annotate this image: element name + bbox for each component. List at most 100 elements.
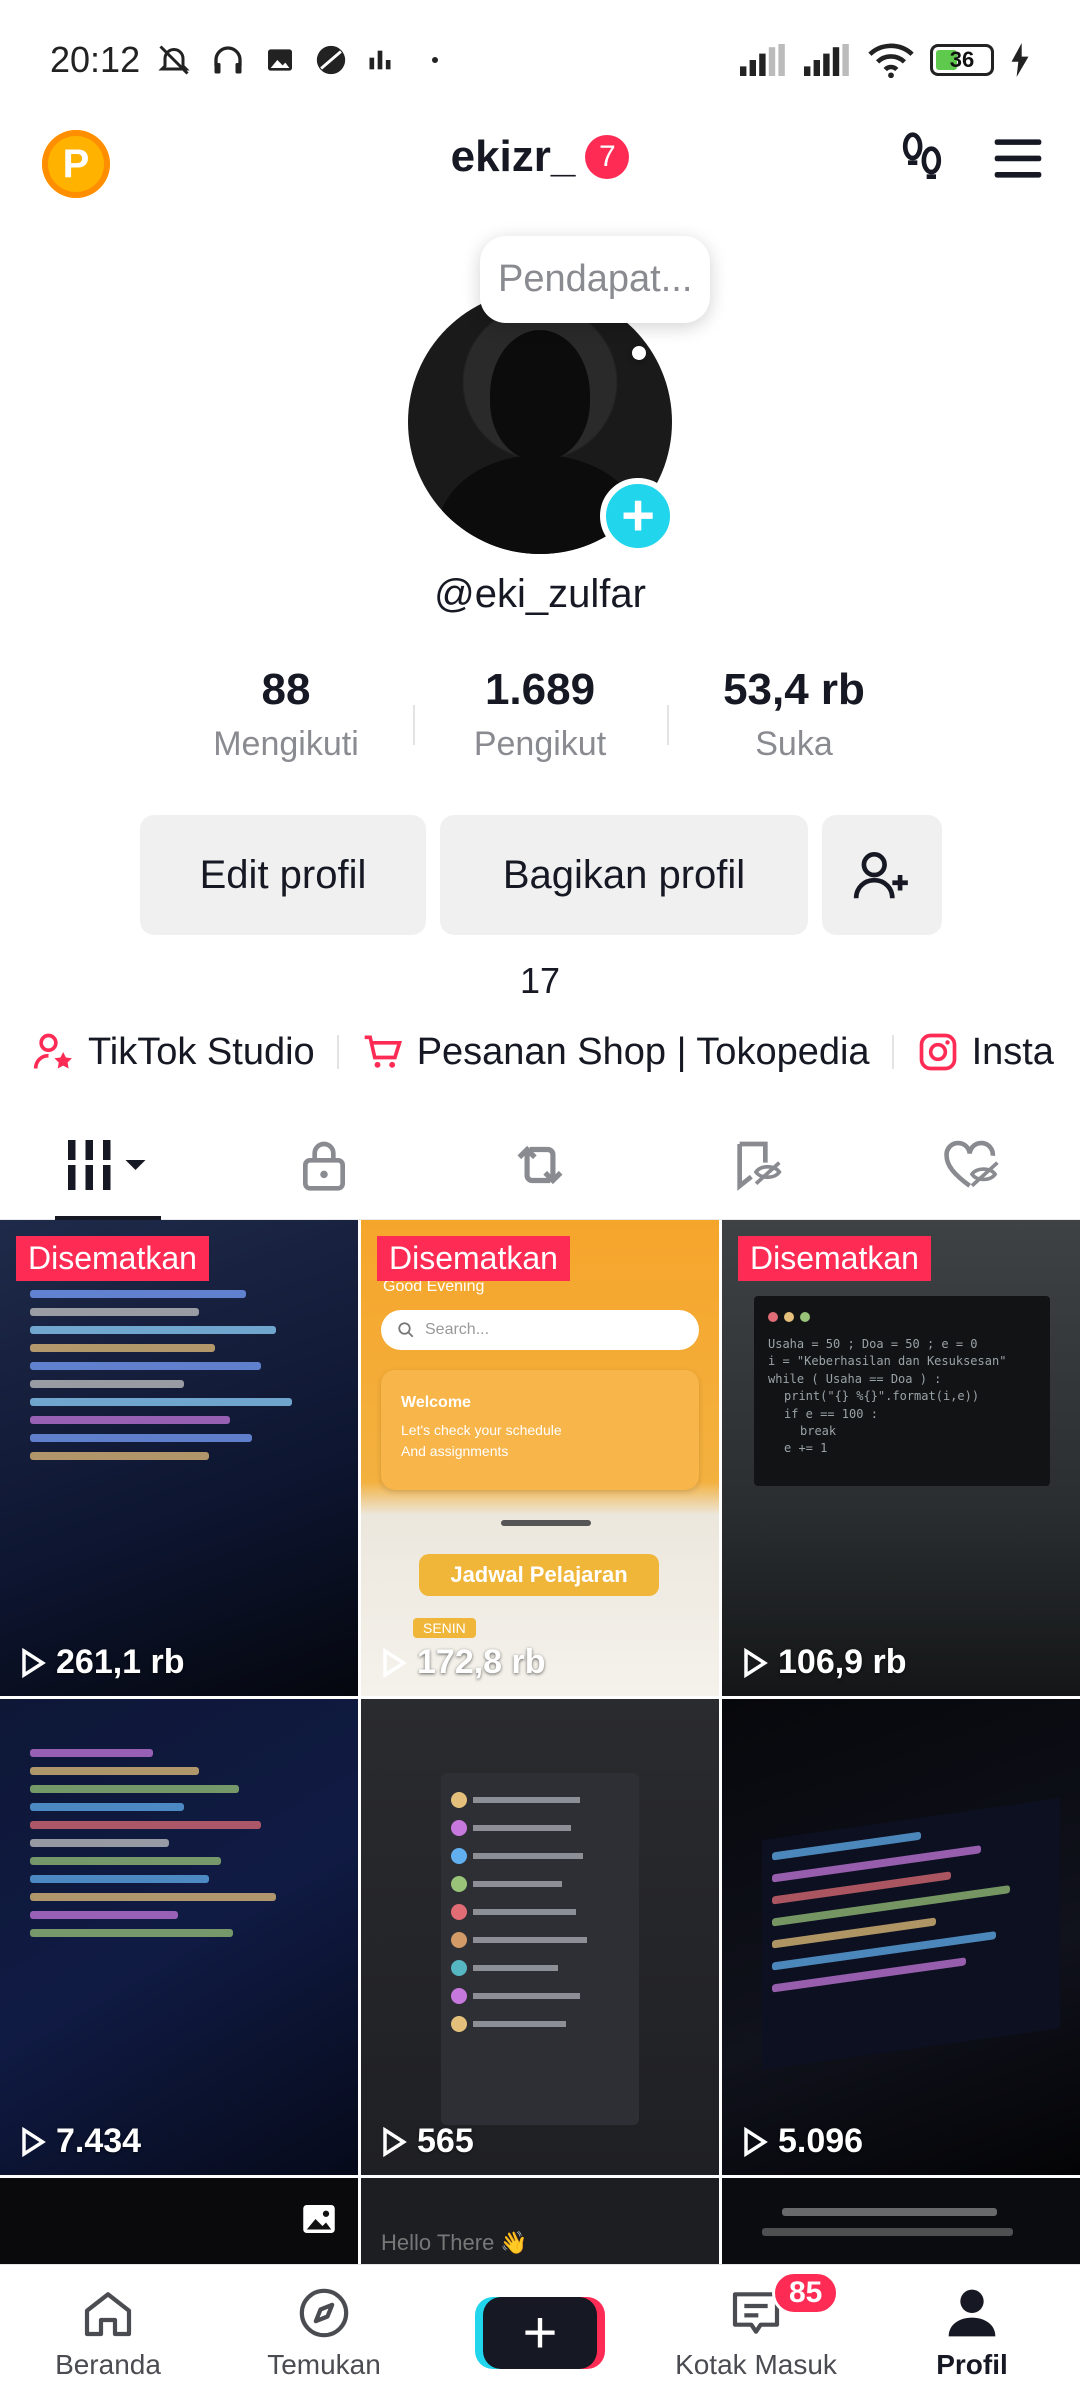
video-thumbnail[interactable]: Good Evening Search... Welcome Let's che… xyxy=(361,1220,719,1696)
nav-profile[interactable]: Profil xyxy=(864,2265,1080,2400)
view-count: 7.434 xyxy=(16,2122,141,2161)
videos-grid-icon xyxy=(68,1139,146,1190)
tab-videos[interactable] xyxy=(0,1110,216,1220)
tab-saved[interactable] xyxy=(648,1110,864,1219)
battery-icon: 36 xyxy=(930,44,994,76)
pinned-badge: Disematkan xyxy=(16,1236,209,1281)
note-bubble-tail xyxy=(632,346,646,360)
app-icon xyxy=(316,45,346,75)
nav-label: Kotak Masuk xyxy=(675,2348,837,2380)
video-thumbnail[interactable]: 565 xyxy=(361,1699,719,2175)
footprints-icon[interactable] xyxy=(894,130,950,186)
link-label: Insta xyxy=(971,1030,1054,1073)
profile-handle: @eki_zulfar xyxy=(434,572,646,616)
link-tiktok-studio[interactable]: TikTok Studio xyxy=(32,1030,337,1074)
nav-label: Profil xyxy=(936,2348,1008,2380)
thumb-schedule: Jadwal Pelajaran xyxy=(419,1554,659,1596)
thumb-code-line: i = "Keberhasilan dan Kesuksesan" xyxy=(768,1354,1007,1369)
stat-value: 88 xyxy=(261,665,311,714)
avatar-area: Pendapat... + xyxy=(0,230,1080,560)
video-thumbnail[interactable] xyxy=(0,2178,358,2272)
bottom-nav: Beranda Temukan + Kotak Masuk 85 Profil xyxy=(0,2264,1080,2400)
video-thumbnail[interactable]: Usaha = 50 ; Doa = 50 ; e = 0 i = "Keber… xyxy=(722,1220,1080,1696)
chart-icon xyxy=(369,50,391,70)
username: ekizr_ xyxy=(450,132,576,181)
video-thumbnail[interactable]: Hello There 👋 xyxy=(361,2178,719,2272)
battery-level: 36 xyxy=(949,47,975,72)
thumb-code-line: e += 1 xyxy=(784,1441,828,1456)
view-count-value: 106,9 rb xyxy=(778,1643,907,1681)
profile-header: P ekizr_ 7 xyxy=(0,120,1080,210)
photo-icon xyxy=(303,2205,335,2233)
edit-profile-button[interactable]: Edit profil xyxy=(140,815,426,935)
video-thumbnail[interactable]: Disematkan 261,1 rb xyxy=(0,1220,358,1696)
nav-home[interactable]: Beranda xyxy=(0,2265,216,2400)
bell-muted-icon xyxy=(158,45,190,75)
thumb-day: SENIN xyxy=(413,1618,476,1638)
view-count-value: 261,1 rb xyxy=(56,1643,185,1681)
link-shop-orders[interactable]: Pesanan Shop | Tokopedia xyxy=(361,1030,892,1074)
video-thumbnail[interactable] xyxy=(722,2178,1080,2272)
link-instagram[interactable]: Insta xyxy=(916,1030,1076,1074)
pinned-badge: Disematkan xyxy=(738,1236,931,1281)
instagram-icon xyxy=(919,1033,956,1071)
tab-liked[interactable] xyxy=(864,1110,1080,1219)
view-count: 5.096 xyxy=(738,2122,863,2161)
note-bubble[interactable]: Pendapat... xyxy=(480,236,711,323)
view-count-value: 5.096 xyxy=(778,2122,864,2160)
add-story-icon[interactable]: + xyxy=(600,478,676,554)
status-right-icons: 36 xyxy=(740,42,1030,78)
video-grid: Disematkan 261,1 rb Good Evening Search.… xyxy=(0,1220,1080,2272)
view-count: 261,1 rb xyxy=(16,1643,185,1682)
view-count-value: 565 xyxy=(417,2122,474,2160)
view-count-value: 172,8 rb xyxy=(417,1643,546,1681)
stat-value: 1.689 xyxy=(484,665,596,714)
dot-icon xyxy=(432,57,439,63)
video-thumbnail[interactable]: 5.096 xyxy=(722,1699,1080,2175)
tab-reposts[interactable] xyxy=(432,1110,648,1219)
view-count: 172,8 rb xyxy=(377,1643,546,1682)
nav-create[interactable]: + xyxy=(432,2265,648,2400)
add-user-icon xyxy=(853,852,908,899)
notification-badge: 7 xyxy=(585,135,630,179)
nav-discover[interactable]: Temukan xyxy=(216,2265,432,2400)
play-icon xyxy=(383,1647,407,1678)
thumb-code-line: break xyxy=(800,1423,837,1438)
nav-label: Beranda xyxy=(55,2348,161,2380)
menu-icon[interactable] xyxy=(990,130,1046,186)
nav-inbox[interactable]: Kotak Masuk 85 xyxy=(648,2265,864,2400)
thumb-search: Search... xyxy=(425,1321,490,1338)
profile-stats: 88 Mengikuti 1.689 Pengikut 53,4 rb Suka xyxy=(0,665,1080,764)
add-friend-button[interactable] xyxy=(822,815,942,935)
plus-icon: + xyxy=(522,2298,558,2366)
thumb-caption: Hello There 👋 xyxy=(381,2230,528,2255)
content-tabs xyxy=(0,1110,1080,1220)
stat-value: 53,4 rb xyxy=(723,665,865,714)
link-label: Pesanan Shop | Tokopedia xyxy=(416,1030,870,1073)
status-time: 20:12 xyxy=(50,39,141,80)
cart-icon xyxy=(364,1035,402,1068)
video-thumbnail[interactable]: 7.434 xyxy=(0,1699,358,2175)
play-icon xyxy=(744,2126,768,2157)
inbox-badge: 85 xyxy=(772,2271,840,2315)
stat-label: Suka xyxy=(755,725,833,763)
thumb-code-line: if e == 100 : xyxy=(784,1406,878,1421)
tab-private[interactable] xyxy=(216,1110,432,1219)
profile-actions: Edit profil Bagikan profil xyxy=(140,815,942,935)
headphones-icon xyxy=(214,46,242,74)
charging-icon xyxy=(1011,43,1029,77)
signal-icon xyxy=(804,44,849,76)
thumb-code-line: print("{} %{}".format(i,e)) xyxy=(784,1389,980,1404)
pinned-badge: Disematkan xyxy=(377,1236,570,1281)
play-icon xyxy=(744,1647,768,1678)
play-icon xyxy=(22,2126,46,2157)
compass-icon xyxy=(299,2288,349,2337)
stat-followers[interactable]: 1.689 Pengikut xyxy=(413,665,667,764)
person-star-icon xyxy=(33,1033,72,1069)
share-profile-button[interactable]: Bagikan profil xyxy=(440,815,808,935)
play-icon xyxy=(22,1647,46,1678)
create-button[interactable]: + xyxy=(483,2296,597,2369)
stat-likes[interactable]: 53,4 rb Suka xyxy=(667,665,921,764)
search-icon xyxy=(398,1322,414,1338)
stat-following[interactable]: 88 Mengikuti xyxy=(159,665,413,764)
